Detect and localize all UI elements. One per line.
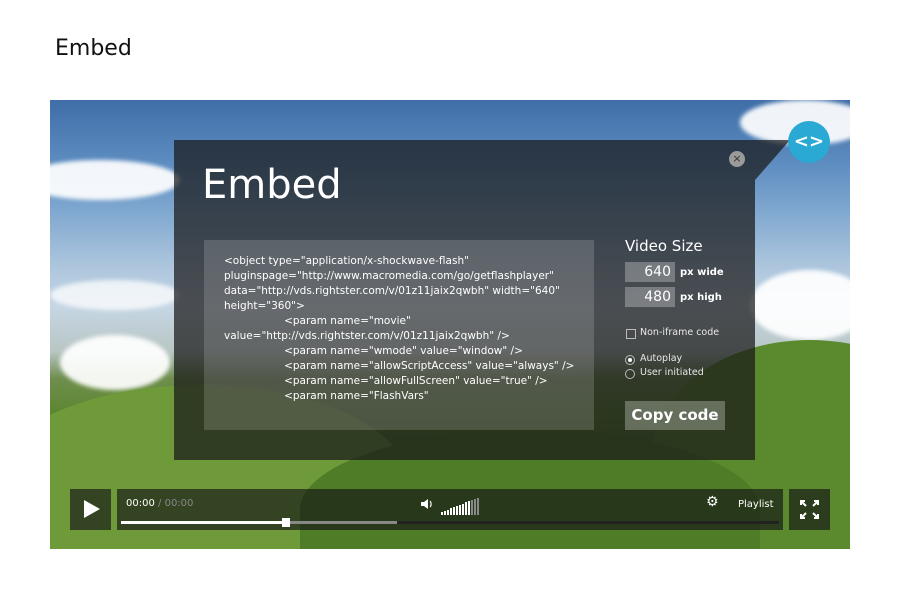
autoplay-radio[interactable] [625,355,635,365]
progress-fill [121,521,286,524]
embed-title: Embed [202,162,342,208]
cloud [50,280,180,310]
embed-code-text[interactable]: <object type="application/x-shockwave-fl… [224,254,584,404]
volume-bar [444,510,446,515]
fullscreen-icon[interactable] [789,489,830,530]
playlist-button[interactable]: Playlist [738,499,774,510]
page-heading: Embed [55,36,132,61]
volume-bar [459,504,461,515]
volume-bar [465,502,467,515]
panel-notch [755,140,790,180]
gear-icon[interactable]: ⚙ [706,494,719,510]
volume-bar [450,508,452,515]
time-display: 00:00 / 00:00 [126,498,193,509]
duration: 00:00 [164,498,194,509]
volume-bar [468,501,470,515]
non-iframe-checkbox[interactable] [626,329,636,339]
volume-bar [441,512,443,515]
width-unit-label: px wide [680,267,724,278]
cloud [50,160,180,200]
volume-bar [471,500,473,515]
non-iframe-label: Non-iframe code [640,327,720,338]
progress-thumb[interactable] [281,518,290,527]
close-icon[interactable]: × [729,151,745,167]
time-separator: / [158,498,162,509]
volume-bar [456,506,458,515]
volume-icon[interactable] [420,497,434,514]
embed-code-box[interactable]: <object type="application/x-shockwave-fl… [204,240,594,430]
width-input[interactable]: 640 [625,262,675,282]
play-icon[interactable] [70,489,111,530]
volume-bar [477,497,479,515]
height-input[interactable]: 480 [625,287,675,307]
embed-panel: Embed × <object type="application/x-shoc… [174,140,755,460]
video-player[interactable]: <> Embed × <object type="application/x-s… [50,100,850,549]
height-unit-label: px high [680,292,722,303]
progress-track[interactable] [121,518,779,527]
volume-slider[interactable] [441,497,481,515]
video-size-label: Video Size [625,237,703,255]
control-bar: 00:00 / 00:00 ⚙ Playlist [117,489,783,530]
current-time: 00:00 [126,498,155,509]
volume-bar [462,503,464,515]
cloud [750,270,850,340]
volume-bar [453,507,455,515]
cloud [60,335,170,390]
user-initiated-radio[interactable] [625,369,635,379]
copy-code-button[interactable]: Copy code [625,401,725,430]
volume-bar [474,498,476,515]
autoplay-label: Autoplay [640,353,683,364]
embed-toggle-icon[interactable]: <> [788,121,830,163]
user-initiated-label: User initiated [640,367,704,378]
volume-bar [447,509,449,515]
